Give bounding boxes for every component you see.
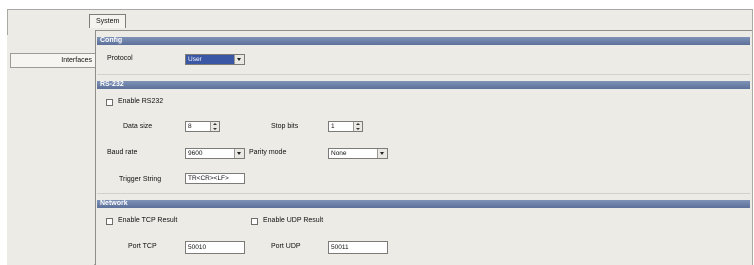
- data-size-value: 8: [188, 123, 192, 130]
- nav-item-interfaces[interactable]: Interfaces: [10, 53, 96, 68]
- data-size-label: Data size: [123, 123, 153, 130]
- tab-system[interactable]: System: [89, 14, 127, 28]
- parity-mode-label: Parity mode: [249, 149, 287, 156]
- stop-bits-stepper[interactable]: 1: [328, 121, 363, 132]
- data-size-stepper[interactable]: 8: [185, 121, 220, 132]
- enable-tcp-checkbox[interactable]: [106, 218, 113, 225]
- trigger-string-label: Trigger String: [119, 176, 162, 183]
- parity-mode-value: None: [331, 150, 347, 157]
- enable-tcp-label: Enable TCP Result: [118, 217, 178, 224]
- section-header-rs232: RS-232: [97, 81, 750, 89]
- divider: [97, 74, 750, 75]
- baud-rate-value: 9600: [188, 150, 203, 157]
- divider: [97, 193, 750, 194]
- baud-rate-label: Baud rate: [107, 149, 138, 156]
- trigger-string-input[interactable]: TR<CR><LF>: [185, 173, 245, 184]
- section-header-network: Network: [97, 200, 750, 208]
- stop-bits-label: Stop bits: [271, 123, 299, 130]
- port-udp-input[interactable]: 50011: [328, 241, 388, 254]
- port-tcp-label: Port TCP: [128, 243, 157, 250]
- left-nav: [7, 35, 94, 265]
- parity-mode-select[interactable]: None: [328, 148, 388, 159]
- enable-udp-label: Enable UDP Result: [263, 217, 324, 224]
- stop-bits-value: 1: [331, 123, 335, 130]
- chevron-down-icon[interactable]: [234, 55, 244, 64]
- protocol-label: Protocol: [107, 55, 133, 62]
- protocol-value: User: [188, 56, 202, 63]
- protocol-select[interactable]: User: [185, 54, 245, 65]
- section-header-config: Config: [97, 37, 750, 45]
- chevron-down-icon[interactable]: [234, 149, 244, 158]
- spinner-arrows-icon[interactable]: [210, 122, 219, 131]
- enable-rs232-label: Enable RS232: [118, 98, 164, 105]
- port-udp-label: Port UDP: [271, 243, 301, 250]
- spinner-arrows-icon[interactable]: [353, 122, 362, 131]
- enable-udp-checkbox[interactable]: [251, 218, 258, 225]
- port-tcp-input[interactable]: 50010: [185, 241, 245, 254]
- baud-rate-select[interactable]: 9600: [185, 148, 245, 159]
- enable-rs232-checkbox[interactable]: [106, 99, 113, 106]
- chevron-down-icon[interactable]: [377, 149, 387, 158]
